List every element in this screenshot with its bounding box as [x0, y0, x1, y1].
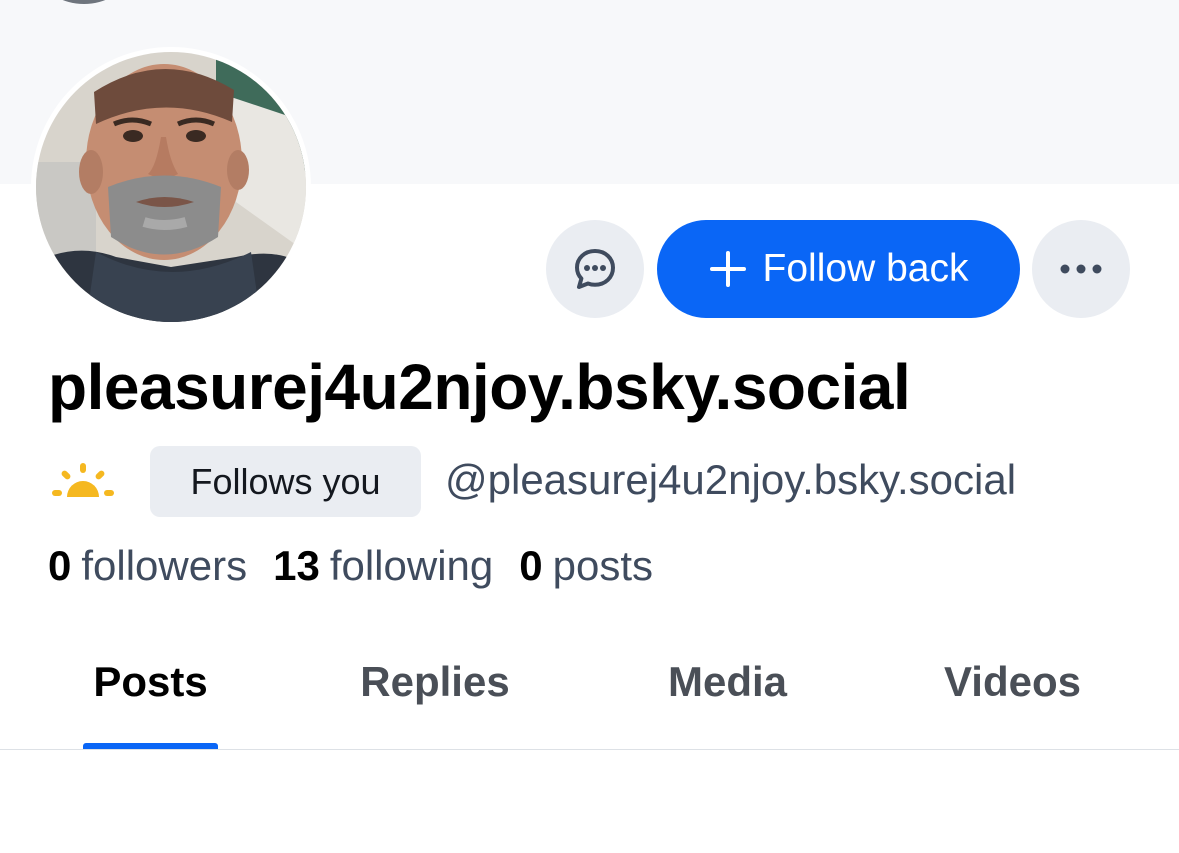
profile-tabs: Posts Replies Media Videos: [0, 640, 1179, 750]
tab-posts[interactable]: Posts: [60, 640, 241, 748]
follows-you-badge: Follows you: [150, 446, 421, 517]
plus-icon: [709, 250, 747, 288]
avatar[interactable]: [36, 52, 306, 322]
following-count: 13: [273, 542, 320, 589]
sunrise-icon: [50, 460, 116, 505]
tab-label: Media: [667, 658, 788, 705]
tab-media[interactable]: Media: [630, 640, 825, 748]
ellipsis-icon: [1060, 264, 1102, 274]
more-options-button[interactable]: [1032, 220, 1130, 318]
tab-label: Posts: [93, 658, 208, 705]
tab-label: Videos: [944, 658, 1081, 705]
active-tab-indicator: [83, 743, 218, 749]
message-button[interactable]: [546, 220, 644, 318]
profile-handle: @pleasurej4u2njoy.bsky.social: [445, 456, 1017, 503]
posts-label: posts: [552, 542, 653, 589]
followers-label: followers: [81, 542, 248, 589]
follow-back-button[interactable]: Follow back: [657, 220, 1020, 318]
banner-image-fragment: [44, 0, 124, 4]
tab-replies[interactable]: Replies: [330, 640, 540, 748]
follow-back-label: Follow back: [762, 247, 969, 290]
profile-stats: 0 followers 13 following 0 posts: [48, 542, 653, 590]
following-label: following: [329, 542, 494, 589]
followers-stat[interactable]: 0 followers: [48, 542, 247, 590]
display-name: pleasurej4u2njoy.bsky.social: [48, 351, 911, 423]
message-icon: [575, 249, 615, 289]
posts-count: 0: [519, 542, 543, 589]
followers-count: 0: [48, 542, 72, 589]
avatar-photo: [36, 52, 306, 322]
tab-label: Replies: [360, 658, 510, 705]
following-stat[interactable]: 13 following: [273, 542, 493, 590]
tab-videos[interactable]: Videos: [910, 640, 1115, 748]
posts-stat: 0 posts: [519, 542, 653, 590]
